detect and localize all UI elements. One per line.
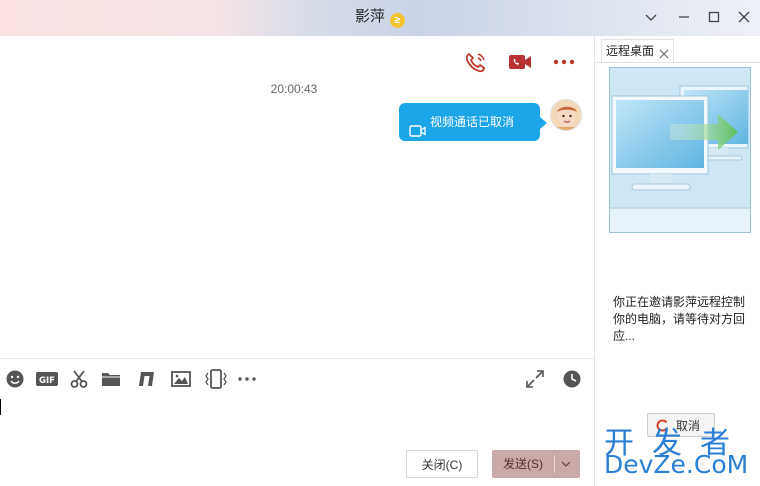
message-timestamp: 20:00:43 [270, 82, 318, 96]
tab-label: 远程桌面 [606, 44, 655, 58]
message-text: 视频通话已取消 [430, 115, 515, 129]
history-clock-icon[interactable] [561, 368, 583, 390]
text-cursor [0, 399, 1, 415]
maximize-icon[interactable] [703, 6, 725, 28]
contact-name: 影萍 [354, 8, 385, 25]
send-button-divider [554, 455, 555, 473]
tab-remote-desktop[interactable]: 远程桌面 [601, 39, 674, 63]
message-input-area[interactable]: GIF 关闭(C) 发送(S) [0, 358, 594, 486]
gif-label: GIF [39, 376, 55, 386]
close-icon[interactable] [733, 6, 755, 28]
tab-divider [595, 62, 760, 63]
image-icon[interactable] [170, 368, 192, 390]
watermark: 开发者 DevZe.CoM [600, 418, 758, 482]
video-camera-icon[interactable] [507, 50, 533, 74]
phone-icon[interactable] [463, 50, 489, 74]
folder-icon[interactable] [100, 368, 122, 390]
chat-area: 20:00:43 视频通话已取消 [0, 36, 594, 358]
expand-icon[interactable] [524, 368, 546, 390]
watermark-line2: DevZe.CoM [604, 450, 749, 479]
invite-status-text: 你正在邀请影萍远程控制你的电脑，请等待对方回应... [613, 295, 746, 343]
more-icon[interactable] [236, 368, 260, 390]
message-bubble[interactable]: 视频通话已取消 [399, 103, 547, 141]
title-bar: 影萍 ≥ [0, 0, 760, 36]
vip-badge-icon: ≥ [390, 13, 405, 28]
close-icon[interactable] [658, 45, 670, 59]
emoji-icon[interactable] [4, 368, 26, 390]
chevron-down-icon[interactable] [640, 6, 662, 28]
send-button-label: 发送(S) [503, 457, 543, 471]
remote-desktop-illustration [609, 67, 751, 233]
send-button[interactable]: 发送(S) [492, 450, 580, 478]
video-camera-icon [409, 115, 426, 137]
more-icon[interactable] [551, 50, 577, 74]
gif-icon[interactable]: GIF [35, 368, 59, 390]
avatar[interactable] [550, 99, 582, 131]
shake-icon[interactable] [204, 368, 228, 390]
close-button[interactable]: 关闭(C) [406, 450, 478, 478]
chevron-down-icon[interactable] [558, 456, 574, 472]
minimize-icon[interactable] [673, 6, 695, 28]
music-icon[interactable] [135, 368, 157, 390]
scissors-icon[interactable] [68, 368, 90, 390]
